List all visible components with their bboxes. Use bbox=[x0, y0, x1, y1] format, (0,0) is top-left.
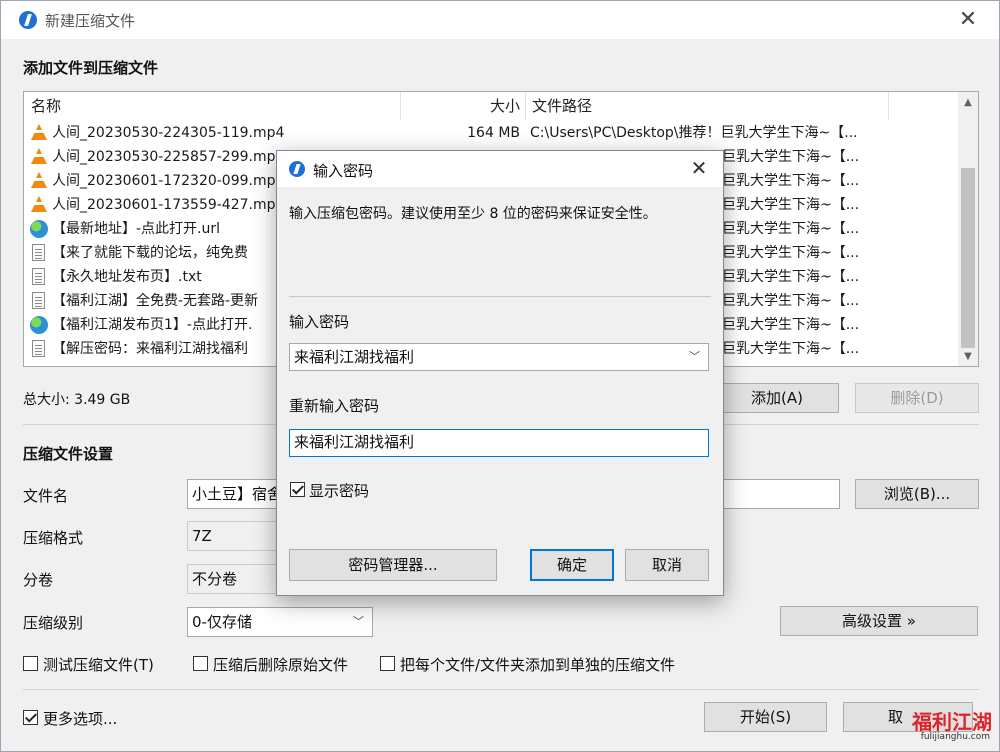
file-name: 【最新地址】-点此打开.url bbox=[52, 221, 221, 237]
file-name: 人间_20230601-172320-099.mp4 bbox=[52, 173, 285, 189]
file-path: 巨乳大学生下海~【... bbox=[722, 197, 860, 213]
total-size: 总大小: 3.49 GB bbox=[23, 392, 131, 408]
scroll-down-icon[interactable]: ▼ bbox=[958, 348, 978, 366]
delete-button[interactable]: 删除(D) bbox=[855, 383, 979, 413]
column-header-size[interactable]: 大小 bbox=[400, 92, 520, 120]
confirm-password-label: 重新输入密码 bbox=[289, 397, 380, 415]
dialog-cancel-button[interactable]: 取消 bbox=[625, 549, 709, 581]
file-path: 巨乳大学生下海~【... bbox=[722, 341, 860, 357]
add-button[interactable]: 添加(A) bbox=[715, 383, 839, 413]
list-item[interactable]: 人间_20230530-224305-119.mp4 164 MB C:\Use… bbox=[24, 121, 954, 145]
format-value: 7Z bbox=[192, 527, 212, 545]
confirm-password-value: 来福利江湖找福利 bbox=[294, 433, 415, 451]
separate-label[interactable]: 把每个文件/文件夹添加到单独的压缩文件 bbox=[400, 654, 675, 675]
delete-after-label[interactable]: 压缩后删除原始文件 bbox=[213, 654, 348, 675]
file-name: 人间_20230601-173559-427.mp4 bbox=[52, 197, 285, 213]
watermark-url: fulijianghu.com bbox=[920, 732, 990, 742]
volume-value: 不分卷 bbox=[192, 570, 238, 588]
app-icon bbox=[19, 11, 37, 29]
document-icon bbox=[32, 268, 45, 285]
vlc-icon bbox=[31, 196, 47, 212]
file-name: 人间_20230530-225857-299.mp4 bbox=[52, 149, 285, 165]
file-path: 巨乳大学生下海~【... bbox=[722, 221, 860, 237]
file-name: 【来了就能下载的论坛，纯免费 bbox=[52, 245, 248, 261]
file-name: 【福利江湖发布页1】-点此打开. bbox=[52, 317, 253, 333]
column-header-path[interactable]: 文件路径 bbox=[532, 92, 592, 120]
file-name: 【永久地址发布页】.txt bbox=[52, 269, 202, 285]
document-icon bbox=[32, 244, 45, 261]
list-scrollbar[interactable]: ▲ ▼ bbox=[958, 92, 978, 366]
file-path: C:\Users\PC\Desktop\推荐！巨乳大学生下海~【... bbox=[530, 125, 858, 141]
column-divider bbox=[888, 92, 889, 120]
file-name: 【解压密码：来福利江湖找福利 bbox=[52, 341, 248, 357]
document-icon bbox=[32, 340, 45, 357]
level-label: 压缩级别 bbox=[23, 614, 84, 632]
browse-button[interactable]: 浏览(B)... bbox=[855, 479, 979, 509]
volume-label: 分卷 bbox=[23, 571, 54, 589]
format-label: 压缩格式 bbox=[23, 529, 84, 547]
start-button[interactable]: 开始(S) bbox=[704, 702, 827, 732]
file-path: 巨乳大学生下海~【... bbox=[722, 245, 860, 261]
file-path: 巨乳大学生下海~【... bbox=[722, 173, 860, 189]
document-icon bbox=[32, 292, 45, 309]
vlc-icon bbox=[31, 148, 47, 164]
dialog-title-bar: 输入密码 ✕ bbox=[277, 151, 723, 187]
app-icon bbox=[289, 161, 305, 177]
show-password-checkbox[interactable] bbox=[290, 482, 305, 497]
chevron-down-icon[interactable]: ﹀ bbox=[689, 344, 700, 370]
column-divider bbox=[525, 92, 526, 120]
test-checkbox[interactable] bbox=[23, 656, 38, 671]
more-options-checkbox[interactable] bbox=[23, 710, 38, 725]
test-label[interactable]: 测试压缩文件(T) bbox=[43, 654, 154, 675]
vlc-icon bbox=[31, 124, 47, 140]
divider bbox=[23, 689, 979, 690]
dialog-title: 输入密码 bbox=[313, 162, 374, 180]
dialog-description-area: 输入压缩包密码。建议使用至少 8 位的密码来保证安全性。 bbox=[277, 187, 723, 297]
password-value: 来福利江湖找福利 bbox=[294, 348, 415, 366]
column-header-name[interactable]: 名称 bbox=[31, 92, 61, 120]
separate-checkbox[interactable] bbox=[380, 656, 395, 671]
file-name: 【福利江湖】全免费-无套路-更新 bbox=[52, 293, 259, 309]
confirm-password-input[interactable]: 来福利江湖找福利 bbox=[289, 429, 709, 457]
title-bar: 新建压缩文件 ✕ bbox=[1, 1, 999, 39]
password-input[interactable]: 来福利江湖找福利 ﹀ bbox=[289, 343, 709, 371]
watermark: 福利江湖 fulijianghu.com bbox=[892, 706, 992, 746]
file-size: 164 MB bbox=[467, 125, 520, 141]
scroll-up-icon[interactable]: ▲ bbox=[958, 94, 978, 112]
password-manager-button[interactable]: 密码管理器... bbox=[289, 549, 497, 581]
scroll-thumb[interactable] bbox=[961, 168, 975, 348]
dialog-description: 输入压缩包密码。建议使用至少 8 位的密码来保证安全性。 bbox=[289, 206, 657, 222]
file-path: 巨乳大学生下海~【... bbox=[722, 317, 860, 333]
close-icon[interactable]: ✕ bbox=[955, 7, 981, 33]
watermark-text: 福利江湖 bbox=[912, 710, 992, 734]
advanced-settings-button[interactable]: 高级设置 » bbox=[780, 606, 978, 636]
divider bbox=[289, 296, 711, 297]
globe-icon bbox=[30, 316, 48, 334]
close-icon[interactable]: ✕ bbox=[687, 156, 711, 180]
ok-button[interactable]: 确定 bbox=[530, 549, 614, 581]
add-files-heading: 添加文件到压缩文件 bbox=[23, 59, 159, 77]
window-title: 新建压缩文件 bbox=[45, 12, 136, 30]
level-select[interactable]: 0-仅存储 ﹀ bbox=[187, 607, 373, 637]
vlc-icon bbox=[31, 172, 47, 188]
file-path: 巨乳大学生下海~【... bbox=[722, 149, 860, 165]
file-name: 人间_20230530-224305-119.mp4 bbox=[52, 125, 285, 141]
password-label: 输入密码 bbox=[289, 313, 350, 331]
file-path: 巨乳大学生下海~【... bbox=[722, 293, 860, 309]
filename-label: 文件名 bbox=[23, 487, 69, 505]
file-path: 巨乳大学生下海~【... bbox=[722, 269, 860, 285]
level-value: 0-仅存储 bbox=[192, 613, 252, 631]
more-options-label[interactable]: 更多选项... bbox=[43, 708, 117, 729]
show-password-label[interactable]: 显示密码 bbox=[309, 480, 369, 501]
settings-heading: 压缩文件设置 bbox=[23, 445, 114, 463]
delete-after-checkbox[interactable] bbox=[193, 656, 208, 671]
password-dialog: 输入密码 ✕ 输入压缩包密码。建议使用至少 8 位的密码来保证安全性。 输入密码… bbox=[276, 150, 724, 596]
globe-icon bbox=[30, 220, 48, 238]
chevron-down-icon: ﹀ bbox=[353, 615, 364, 628]
